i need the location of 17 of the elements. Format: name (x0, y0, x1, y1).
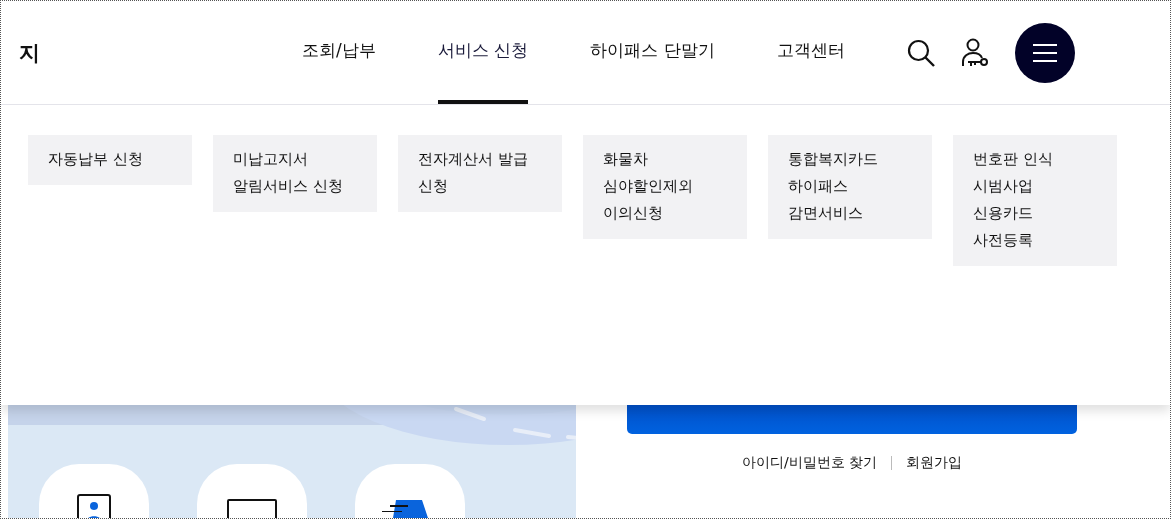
laptop-icon (227, 499, 277, 518)
account-link[interactable]: 아이디/비밀번호 찾기 (741, 454, 878, 472)
id-card-icon (77, 494, 111, 518)
submenu-item[interactable]: 통합복지카드 하이패스 감면서비스 (768, 135, 932, 239)
nav-tab[interactable]: 조회/납부 (302, 1, 376, 104)
site-logo[interactable]: 지 (19, 38, 302, 67)
submenu-item[interactable]: 전자계산서 발급 신청 (398, 135, 562, 212)
submenu-item[interactable]: 화물차 심야할인제외 이의신청 (583, 135, 747, 239)
nav-tab[interactable]: 하이패스 단말기 (590, 1, 715, 104)
submenu-item[interactable]: 미납고지서 알림서비스 신청 (213, 135, 377, 212)
menu-icon (1032, 43, 1057, 62)
nav-tab[interactable]: 고객센터 (776, 1, 845, 104)
user-key-icon[interactable] (960, 37, 989, 68)
account-link[interactable]: 회원가입 (906, 454, 963, 472)
submenu-item[interactable]: 자동납부 신청 (28, 135, 192, 185)
submenu-item[interactable]: 번호판 인식 시범사업 신용카드 사전등록 (953, 135, 1117, 266)
search-icon[interactable] (906, 38, 935, 67)
